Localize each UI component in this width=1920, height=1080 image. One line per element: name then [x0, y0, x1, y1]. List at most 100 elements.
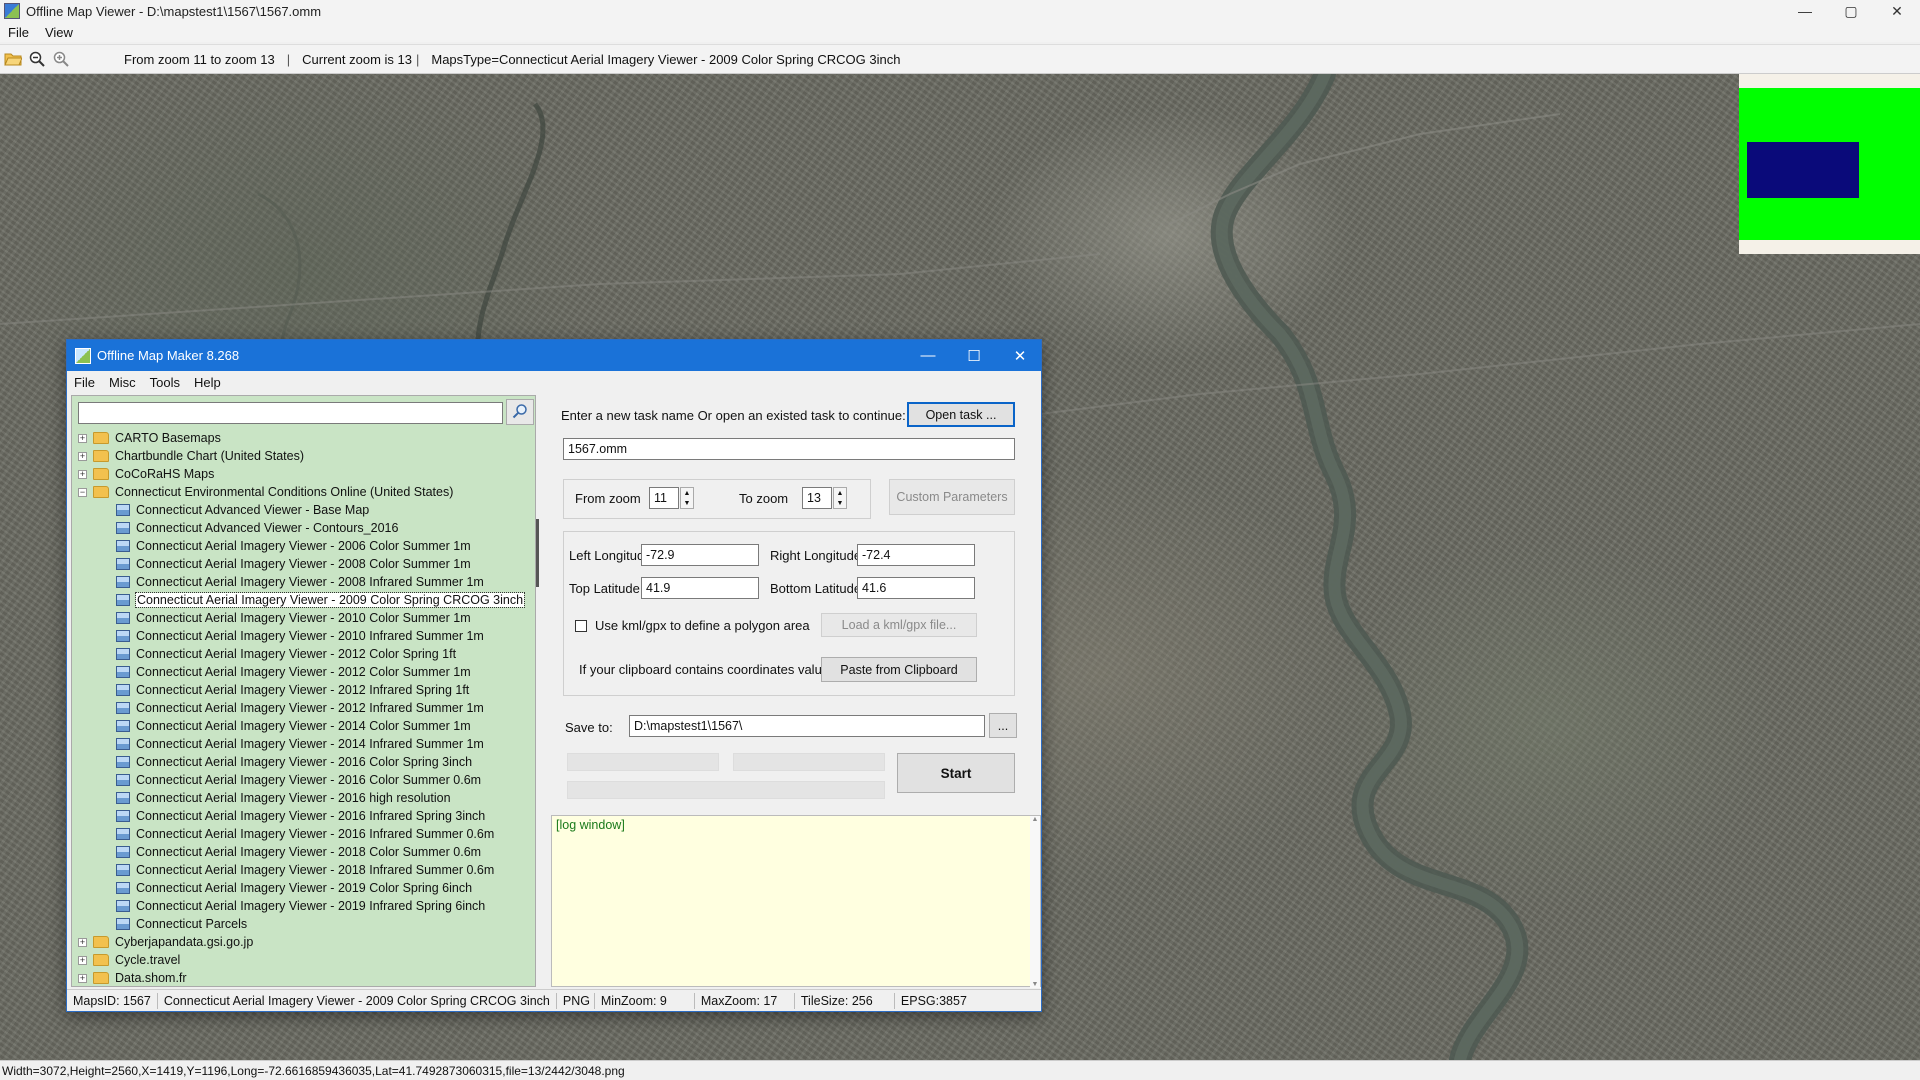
folder-icon	[93, 432, 109, 444]
tree-folder[interactable]: + Data.shom.fr	[78, 969, 187, 986]
to-zoom-spinner[interactable]: ▲ ▼	[833, 487, 847, 509]
spin-down-icon[interactable]: ▼	[837, 500, 844, 507]
top-latitude-input[interactable]: 41.9	[641, 577, 759, 599]
right-longitude-label: Right Longitude	[770, 548, 862, 563]
tree-map-item[interactable]: Connecticut Advanced Viewer - Contours_2…	[116, 519, 398, 537]
task-name-input[interactable]: 1567.omm	[563, 438, 1015, 460]
expand-icon[interactable]: +	[78, 973, 87, 983]
overview-map[interactable]	[1739, 74, 1920, 254]
kml-checkbox[interactable]	[575, 620, 587, 632]
tree-map-item[interactable]: Connecticut Aerial Imagery Viewer - 2014…	[116, 717, 471, 735]
map-icon	[116, 702, 130, 714]
tree-map-item[interactable]: Connecticut Aerial Imagery Viewer - 2016…	[116, 825, 494, 843]
bottom-latitude-input[interactable]: 41.6	[857, 577, 975, 599]
tree-scrollbar[interactable]	[536, 519, 539, 587]
tree-item-label: Cyberjapandata.gsi.go.jp	[115, 935, 254, 949]
tree-map-item[interactable]: Connecticut Aerial Imagery Viewer - 2008…	[116, 573, 484, 591]
tree-map-item[interactable]: Connecticut Aerial Imagery Viewer - 2010…	[116, 609, 471, 627]
map-icon	[116, 756, 130, 768]
status-tile-size: TileSize: 256	[795, 992, 895, 1009]
expand-icon[interactable]: +	[78, 955, 87, 965]
expand-icon[interactable]: +	[78, 433, 87, 443]
custom-parameters-button[interactable]: Custom Parameters	[889, 479, 1015, 515]
tree-map-item[interactable]: Connecticut Aerial Imagery Viewer - 2010…	[116, 627, 484, 645]
collapse-icon[interactable]: −	[78, 487, 87, 497]
zoom-out-icon[interactable]	[26, 48, 48, 70]
expand-icon[interactable]: +	[78, 937, 87, 947]
close-button[interactable]: ✕	[1874, 0, 1920, 22]
tree-item-label: Connecticut Parcels	[136, 917, 248, 931]
tree-map-item[interactable]: Connecticut Aerial Imagery Viewer - 2016…	[116, 807, 485, 825]
search-button[interactable]	[506, 399, 534, 425]
tree-map-item[interactable]: Connecticut Aerial Imagery Viewer - 2012…	[116, 645, 456, 663]
browse-button[interactable]: ...	[989, 713, 1017, 738]
dialog-maximize-button[interactable]: ☐	[951, 340, 997, 371]
dialog-menu-misc[interactable]: Misc	[102, 375, 143, 390]
map-icon	[116, 648, 130, 660]
start-button[interactable]: Start	[897, 753, 1015, 793]
map-icon	[116, 774, 130, 786]
paste-clipboard-button[interactable]: Paste from Clipboard	[821, 657, 977, 682]
tree-map-item[interactable]: Connecticut Aerial Imagery Viewer - 2016…	[116, 771, 481, 789]
tree-item-label: Connecticut Environmental Conditions Onl…	[115, 485, 454, 499]
tree-folder[interactable]: + Cycle.travel	[78, 951, 180, 969]
tree-map-item[interactable]: Connecticut Aerial Imagery Viewer - 2014…	[116, 735, 484, 753]
tree-item-label: Connecticut Aerial Imagery Viewer - 2012…	[136, 683, 470, 697]
zoom-in-icon[interactable]	[50, 48, 72, 70]
dialog-close-button[interactable]: ✕	[997, 340, 1043, 371]
spin-up-icon[interactable]: ▲	[837, 490, 844, 497]
open-task-button[interactable]: Open task ...	[907, 402, 1015, 427]
to-zoom-input[interactable]: 13	[802, 487, 832, 509]
tree-folder[interactable]: + Cyberjapandata.gsi.go.jp	[78, 933, 253, 951]
spin-up-icon[interactable]: ▲	[684, 490, 691, 497]
open-folder-icon[interactable]	[2, 48, 24, 70]
tree-map-item[interactable]: Connecticut Aerial Imagery Viewer - 2012…	[116, 699, 484, 717]
from-zoom-input[interactable]: 11	[649, 487, 679, 509]
tree-map-item[interactable]: Connecticut Aerial Imagery Viewer - 2016…	[116, 789, 451, 807]
dialog-menu-help[interactable]: Help	[187, 375, 228, 390]
tree-map-item[interactable]: Connecticut Advanced Viewer - Base Map	[116, 501, 369, 519]
map-icon	[116, 612, 130, 624]
load-kml-button[interactable]: Load a kml/gpx file...	[821, 613, 977, 637]
maximize-button[interactable]: ▢	[1828, 0, 1874, 22]
left-longitude-input[interactable]: -72.9	[641, 544, 759, 566]
expand-icon[interactable]: +	[78, 451, 87, 461]
tree-map-item[interactable]: Connecticut Aerial Imagery Viewer - 2019…	[116, 897, 485, 915]
log-window[interactable]: [log window] ▲ ▼	[551, 815, 1041, 988]
log-scrollbar[interactable]: ▲ ▼	[1030, 816, 1040, 988]
maps-search-input[interactable]	[78, 402, 503, 424]
scroll-up-icon[interactable]: ▲	[1030, 816, 1040, 823]
from-zoom-spinner[interactable]: ▲ ▼	[680, 487, 694, 509]
dialog-menu-file[interactable]: File	[67, 375, 102, 390]
dialog-minimize-button[interactable]: —	[905, 340, 951, 371]
expand-icon[interactable]: +	[78, 469, 87, 479]
dialog-app-icon	[75, 347, 91, 364]
tree-map-item[interactable]: Connecticut Aerial Imagery Viewer - 2018…	[116, 843, 481, 861]
tree-folder[interactable]: + CoCoRaHS Maps	[78, 465, 214, 483]
map-icon	[116, 810, 130, 822]
tree-map-item[interactable]: Connecticut Aerial Imagery Viewer - 2016…	[116, 753, 472, 771]
tree-folder[interactable]: + CARTO Basemaps	[78, 429, 221, 447]
menu-file[interactable]: File	[0, 25, 37, 40]
dialog-menu-tools[interactable]: Tools	[143, 375, 187, 390]
tree-map-item[interactable]: Connecticut Aerial Imagery Viewer - 2018…	[116, 861, 494, 879]
offline-map-maker-dialog: Offline Map Maker 8.268 — ☐ ✕ File Misc …	[66, 339, 1042, 1012]
tree-map-item[interactable]: Connecticut Aerial Imagery Viewer - 2009…	[116, 591, 526, 609]
tree-map-item[interactable]: Connecticut Aerial Imagery Viewer - 2012…	[116, 681, 469, 699]
tree-map-item[interactable]: Connecticut Aerial Imagery Viewer - 2008…	[116, 555, 471, 573]
left-longitude-label: Left Longitude	[569, 548, 652, 563]
spin-down-icon[interactable]: ▼	[684, 500, 691, 507]
menu-view[interactable]: View	[37, 25, 81, 40]
tree-map-item[interactable]: Connecticut Aerial Imagery Viewer - 2012…	[116, 663, 471, 681]
tree-map-item[interactable]: Connecticut Aerial Imagery Viewer - 2019…	[116, 879, 472, 897]
scroll-down-icon[interactable]: ▼	[1030, 981, 1040, 988]
task-prompt-label: Enter a new task name Or open an existed…	[561, 408, 906, 423]
tree-folder[interactable]: + Chartbundle Chart (United States)	[78, 447, 304, 465]
tree-map-item[interactable]: Connecticut Parcels	[116, 915, 247, 933]
minimize-button[interactable]: —	[1782, 0, 1828, 22]
right-longitude-input[interactable]: -72.4	[857, 544, 975, 566]
tree-map-item[interactable]: Connecticut Aerial Imagery Viewer - 2006…	[116, 537, 471, 555]
save-to-input[interactable]: D:\mapstest1\1567\	[629, 715, 985, 737]
tree-folder[interactable]: − Connecticut Environmental Conditions On…	[78, 483, 453, 501]
overview-viewport-indicator[interactable]	[1747, 142, 1859, 198]
